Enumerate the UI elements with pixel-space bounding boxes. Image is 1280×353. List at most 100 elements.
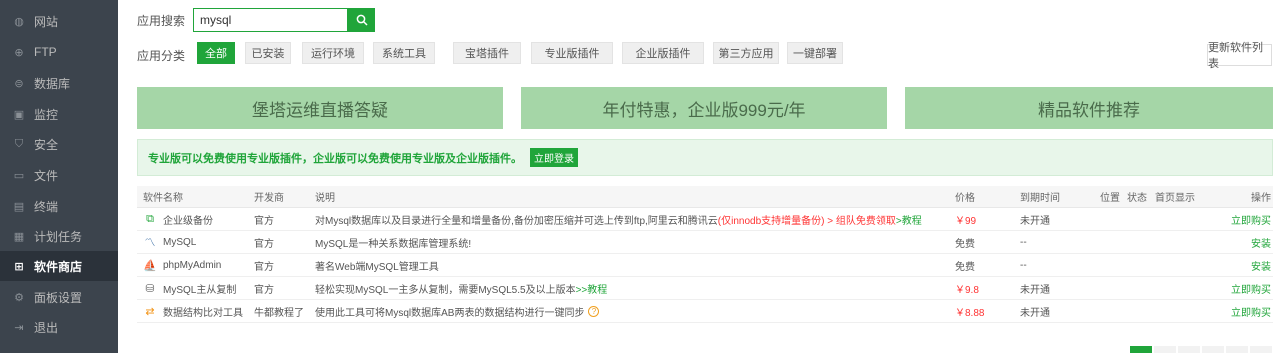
- sidebar-item[interactable]: ▭ 文件: [0, 160, 118, 190]
- upgrade-notice: 专业版可以免费使用专业版插件，企业版可以免费使用专业版及企业版插件。 立即登录: [137, 139, 1273, 176]
- description-cell: 对Mysql数据库以及目录进行全量和增量备份,备份加密压缩并可选上传到ftp,阿…: [315, 208, 955, 230]
- sidebar-item-label: 数据库: [34, 76, 71, 91]
- software-name[interactable]: 企业级备份: [163, 212, 213, 227]
- backup-icon: ⧉: [146, 212, 154, 225]
- description-text: MySQL是一种关系数据库管理系统!: [315, 238, 472, 250]
- category-button[interactable]: 已安装: [245, 42, 291, 64]
- sidebar-item[interactable]: ▤ 终端: [0, 191, 118, 221]
- sidebar-item-label: 安全: [34, 137, 59, 152]
- software-name[interactable]: MySQL: [163, 237, 196, 248]
- sidebar-item[interactable]: ◍ 网站: [0, 6, 118, 36]
- category-button[interactable]: 系统工具: [373, 42, 435, 64]
- sidebar-item-label: 终端: [34, 199, 59, 214]
- login-button[interactable]: 立即登录: [530, 148, 578, 167]
- page-button[interactable]: [1178, 346, 1200, 353]
- sidebar-item[interactable]: ⊞ 软件商店: [0, 251, 118, 281]
- category-button[interactable]: 全部: [197, 42, 235, 64]
- buy-now-button[interactable]: 立即购买: [1201, 277, 1271, 299]
- terminal-icon: ▤: [13, 200, 25, 213]
- search-input[interactable]: [193, 8, 348, 32]
- folder-icon: ▭: [13, 169, 25, 182]
- install-button[interactable]: 安装: [1201, 231, 1271, 253]
- banner-annual-discount[interactable]: 年付特惠，企业版999元/年: [521, 87, 887, 129]
- search-row: 应用搜索: [137, 8, 375, 32]
- sidebar-item[interactable]: ⚙ 面板设置: [0, 282, 118, 312]
- page-button[interactable]: [1154, 346, 1176, 353]
- table-body: ⧉ 企业级备份 官方 对Mysql数据库以及目录进行全量和增量备份,备份加密压缩并可选…: [137, 208, 1273, 323]
- help-icon[interactable]: ?: [588, 305, 600, 317]
- header-state: 状态: [1127, 193, 1147, 204]
- developer: 牛都教程了: [254, 307, 304, 319]
- header-developer: 开发商: [254, 193, 284, 204]
- sidebar-item[interactable]: ⇥ 退出: [0, 312, 118, 342]
- pagination: [1130, 346, 1274, 353]
- page-button[interactable]: [1226, 346, 1248, 353]
- sidebar-item-label: FTP: [34, 45, 57, 59]
- software-name[interactable]: MySQL主从复制: [163, 281, 236, 296]
- gear-icon: ⚙: [14, 291, 24, 304]
- header-description: 说明: [315, 193, 335, 204]
- install-button[interactable]: 安装: [1201, 254, 1271, 276]
- search-icon: [356, 14, 368, 26]
- category-button[interactable]: 一键部署: [787, 42, 843, 64]
- price: ￥99: [955, 215, 977, 227]
- software-name-cell: ⇄ 数据结构比对工具: [143, 300, 253, 322]
- price: ￥9.8: [955, 284, 979, 296]
- sidebar-item-label: 网站: [34, 14, 59, 29]
- refresh-software-list-button[interactable]: 更新软件列表: [1207, 42, 1272, 70]
- banner-live-qa[interactable]: 堡塔运维直播答疑: [137, 87, 503, 129]
- tutorial-link[interactable]: >教程: [896, 212, 922, 227]
- category-button[interactable]: 企业版插件: [622, 42, 704, 64]
- tutorial-link[interactable]: >>教程: [576, 281, 608, 296]
- description-cell: MySQL是一种关系数据库管理系统!: [315, 231, 955, 253]
- compare-icon: ⇄: [145, 305, 155, 318]
- developer: 官方: [254, 238, 274, 250]
- sidebar-item[interactable]: ⊕ FTP: [0, 37, 118, 67]
- search-label: 应用搜索: [137, 13, 186, 28]
- table-row: 〽 MySQL 官方 MySQL是一种关系数据库管理系统! 免费 -- 安装: [137, 231, 1273, 254]
- page-button[interactable]: [1250, 346, 1272, 353]
- category-button[interactable]: 宝塔插件: [453, 42, 521, 64]
- developer: 官方: [254, 215, 274, 227]
- price: 免费: [955, 238, 975, 250]
- promo-link[interactable]: (仅innodb支持增量备份) > 组队免费领取: [718, 212, 896, 227]
- description-text: 轻松实现MySQL一主多从复制，需要MySQL5.5及以上版本: [315, 284, 576, 296]
- sidebar-item-label: 面板设置: [34, 290, 83, 305]
- sidebar-item[interactable]: ▣ 监控: [0, 99, 118, 129]
- table-row: ⧉ 企业级备份 官方 对Mysql数据库以及目录进行全量和增量备份,备份加密压缩并可选…: [137, 208, 1273, 231]
- grid-icon: ⊞: [14, 260, 24, 273]
- header-price: 价格: [955, 193, 975, 204]
- mysql-icon: 〽: [144, 237, 156, 249]
- sidebar-item[interactable]: ⊜ 数据库: [0, 68, 118, 98]
- header-operation: 操作: [1251, 193, 1271, 204]
- buy-now-button[interactable]: 立即购买: [1201, 208, 1271, 230]
- category-button[interactable]: 运行环境: [302, 42, 364, 64]
- sidebar-item[interactable]: ⛉ 安全: [0, 129, 118, 159]
- header-position: 位置: [1100, 193, 1120, 204]
- page-button[interactable]: [1130, 346, 1152, 353]
- category-button[interactable]: 专业版插件: [531, 42, 613, 64]
- buy-now-button[interactable]: 立即购买: [1201, 300, 1271, 322]
- software-name[interactable]: phpMyAdmin: [163, 260, 221, 271]
- description-text: 对Mysql数据库以及目录进行全量和增量备份,备份加密压缩并可选上传到ftp,阿…: [315, 215, 718, 227]
- category-button[interactable]: 第三方应用: [713, 42, 779, 64]
- table-row: ⇄ 数据结构比对工具 牛都教程了 使用此工具可将Mysql数据库AB两表的数据结构进行…: [137, 300, 1273, 323]
- banner-recommended-software[interactable]: 精品软件推荐: [905, 87, 1273, 129]
- price: ￥8.88: [955, 307, 985, 319]
- software-name-cell: ⛵ phpMyAdmin: [143, 254, 253, 276]
- search-button[interactable]: [348, 8, 375, 32]
- software-table: 软件名称 开发商 说明 价格 到期时间 位置 状态 首页显示 操作 ⧉ 企业级备份…: [137, 186, 1273, 323]
- logout-icon: ⇥: [14, 321, 24, 334]
- expire-time: 未开通: [1020, 284, 1050, 296]
- replication-icon: ⛁: [145, 282, 155, 295]
- description-cell: 使用此工具可将Mysql数据库AB两表的数据结构进行一键同步?: [315, 300, 955, 322]
- header-home-display: 首页显示: [1155, 193, 1195, 204]
- expire-time: --: [1020, 236, 1027, 248]
- notice-text: 专业版可以免费使用专业版插件，企业版可以免费使用专业版及企业版插件。: [148, 152, 522, 165]
- sidebar-item-label: 文件: [34, 168, 59, 183]
- page-button[interactable]: [1202, 346, 1224, 353]
- software-name[interactable]: 数据结构比对工具: [163, 304, 243, 319]
- description-text: 使用此工具可将Mysql数据库AB两表的数据结构进行一键同步: [315, 307, 585, 319]
- monitor-icon: ▣: [13, 108, 25, 121]
- sidebar-item[interactable]: ▦ 计划任务: [0, 221, 118, 251]
